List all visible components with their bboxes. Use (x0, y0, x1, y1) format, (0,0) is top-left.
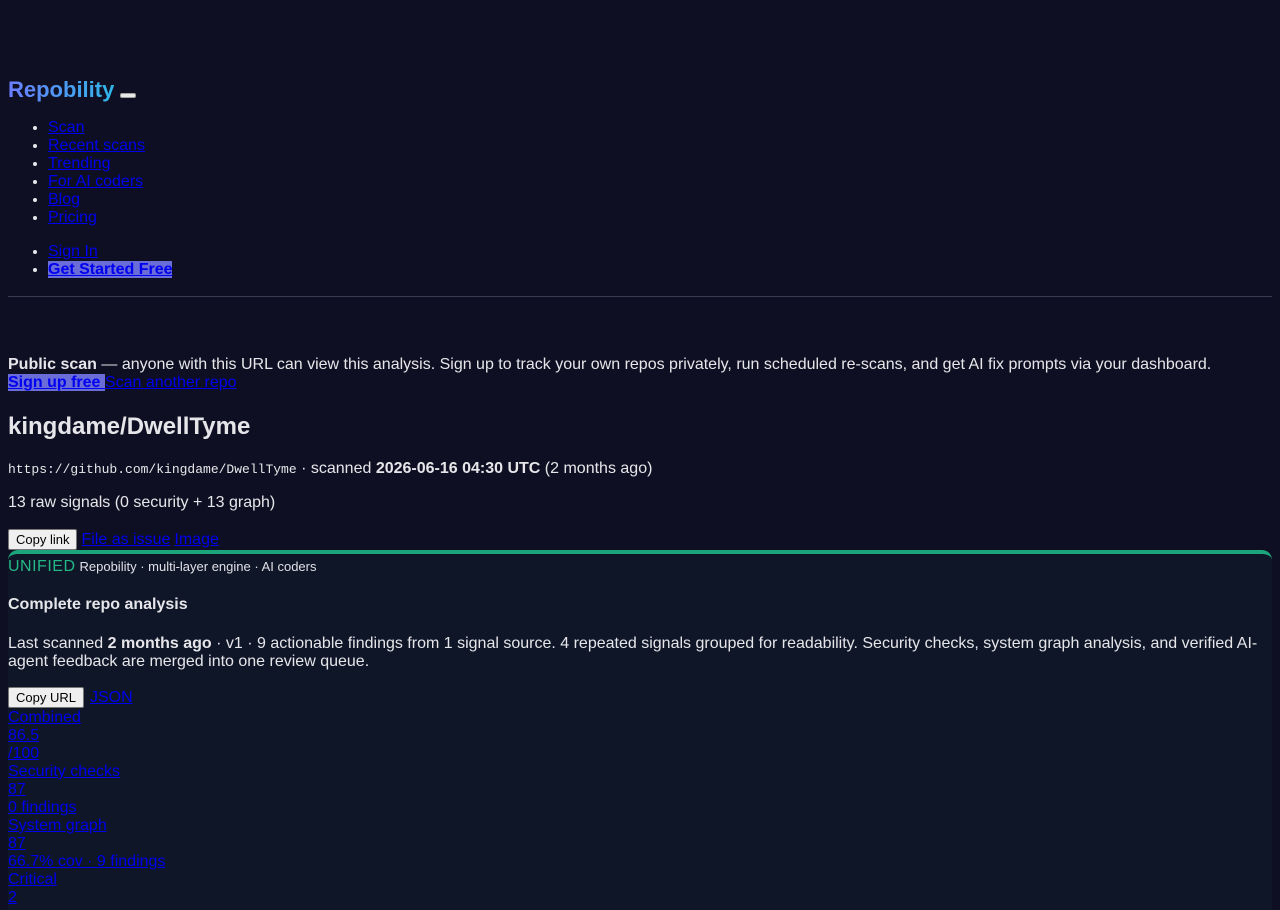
score-combined-sub[interactable]: /100 (8, 745, 165, 763)
score-graph-label[interactable]: System graph (8, 817, 165, 835)
nav-item: Pricing (48, 209, 145, 227)
menu-toggle-button[interactable] (120, 92, 137, 98)
engine-label: Repobility · multi-layer engine · AI cod… (79, 559, 317, 574)
repo-url: https://github.com/kingdame/DwellTyme (8, 462, 297, 477)
scanned-timestamp: 2026-06-16 04:30 UTC (375, 460, 541, 477)
score-graph-value[interactable]: 87 (8, 835, 165, 853)
raw-signals-summary: 13 raw signals (0 security + 13 graph) (8, 494, 276, 511)
notice-text: — anyone with this URL can view this ana… (96, 356, 1212, 373)
repo-title: kingdame/DwellTyme (8, 413, 251, 440)
card-actions: Copy URL JSON (8, 687, 133, 708)
copy-link-button[interactable]: Copy link (8, 529, 78, 550)
score-list: Combined 86.5 /100 Security checks 87 0 … (8, 709, 165, 907)
notice-heading: Public scan (8, 356, 97, 373)
nav-item: For AI coders (48, 173, 145, 191)
nav-link-recent-scans[interactable]: Recent scans (48, 137, 145, 154)
brand-logo[interactable]: Repobility (8, 76, 114, 104)
scanned-prefix: · scanned (296, 460, 376, 477)
image-link[interactable]: Image (174, 531, 218, 549)
file-as-issue-link[interactable]: File as issue (81, 531, 170, 549)
nav-link-scan[interactable]: Scan (48, 119, 84, 136)
scan-another-repo-link[interactable]: Scan another repo (105, 374, 237, 391)
header-divider (8, 296, 1272, 297)
unified-tag: UNIFIED (8, 558, 76, 575)
sign-up-free-button[interactable]: Sign up free (8, 374, 105, 391)
card-header: UNIFIED Repobility · multi-layer engine … (8, 558, 317, 576)
nav-item: Recent scans (48, 137, 145, 155)
auth-nav: Sign In Get Started Free (8, 243, 173, 279)
nav-item: Trending (48, 155, 145, 173)
card-title: Complete repo analysis (8, 596, 188, 613)
desc-last-scanned: 2 months ago (107, 635, 212, 652)
get-started-button[interactable]: Get Started Free (48, 261, 173, 278)
copy-url-button[interactable]: Copy URL (8, 687, 84, 708)
nav-item: Sign In (48, 243, 172, 261)
unified-analysis-card: UNIFIED Repobility · multi-layer engine … (8, 550, 1272, 910)
score-security-sub[interactable]: 0 findings (8, 799, 165, 817)
score-security-value[interactable]: 87 (8, 781, 165, 799)
score-security-label[interactable]: Security checks (8, 763, 165, 781)
score-critical-value[interactable]: 2 (8, 889, 165, 907)
scanned-ago: (2 months ago) (540, 460, 653, 477)
repo-meta: https://github.com/kingdame/DwellTyme · … (8, 460, 652, 479)
public-scan-notice: Public scan — anyone with this URL can v… (8, 356, 1272, 374)
nav-item: Get Started Free (48, 261, 173, 279)
score-combined-value[interactable]: 86.5 (8, 727, 165, 745)
score-combined-label[interactable]: Combined (8, 709, 165, 727)
nav-link-trending[interactable]: Trending (48, 155, 111, 172)
card-description: Last scanned 2 months ago · v1 · 9 actio… (8, 635, 1268, 671)
share-actions: Copy link File as issue Image (8, 529, 219, 550)
desc-prefix: Last scanned (8, 635, 108, 652)
nav-item: Scan (48, 119, 145, 137)
nav-link-for-ai-coders[interactable]: For AI coders (48, 173, 143, 190)
notice-actions: Sign up free Scan another repo (8, 374, 237, 392)
sign-in-link[interactable]: Sign In (48, 243, 98, 260)
score-critical-label[interactable]: Critical (8, 871, 165, 889)
nav-link-pricing[interactable]: Pricing (48, 209, 97, 226)
nav-item: Blog (48, 191, 145, 209)
nav-link-blog[interactable]: Blog (48, 191, 80, 208)
json-link[interactable]: JSON (90, 689, 133, 707)
brand-row: Repobility (8, 76, 137, 104)
score-graph-sub[interactable]: 66.7% cov · 9 findings (8, 853, 165, 871)
main-nav: Scan Recent scans Trending For AI coders… (8, 119, 145, 227)
